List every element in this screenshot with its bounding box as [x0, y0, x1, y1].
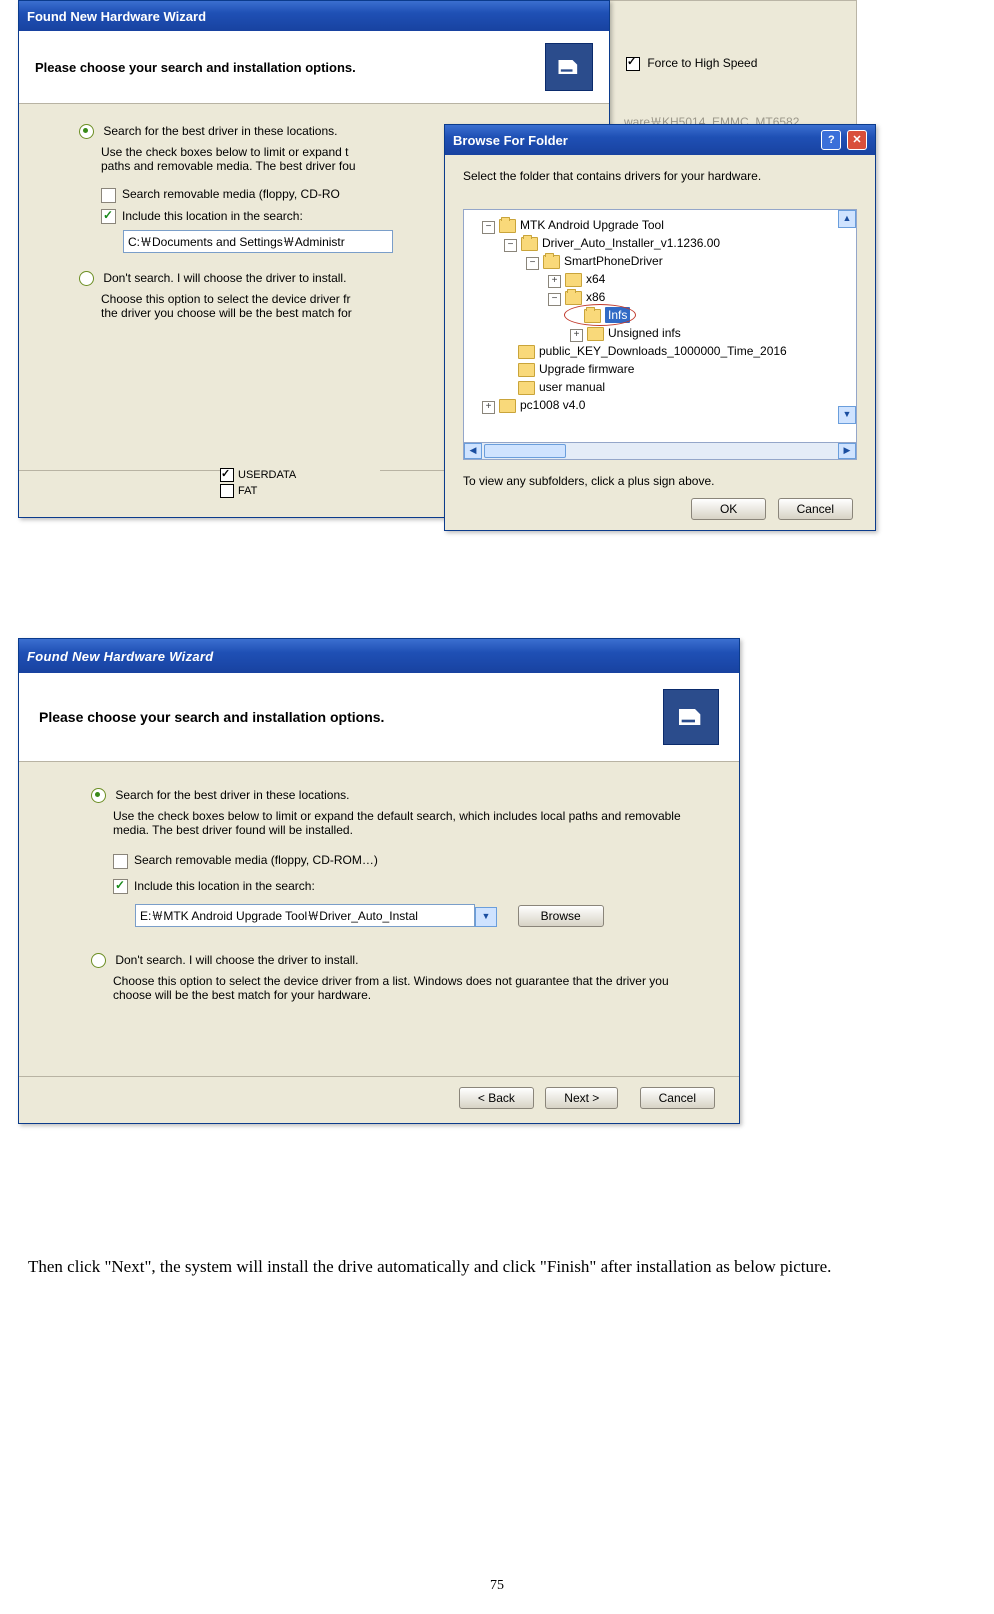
wiz1-opt1-radio[interactable] — [79, 124, 94, 139]
wiz1-chk-removable[interactable] — [101, 188, 116, 203]
wiz2-next-button[interactable]: Next > — [545, 1087, 618, 1109]
userdata-checkbox[interactable] — [220, 468, 234, 482]
browse-titlebar[interactable]: Browse For Folder ? ✕ — [445, 125, 875, 155]
wiz2-chk-include[interactable] — [113, 879, 128, 894]
fat-checkbox[interactable] — [220, 484, 234, 498]
wiz1-opt1-desc: Use the check boxes below to limit or ex… — [101, 145, 481, 173]
hscroll-left[interactable]: ◀ — [464, 443, 482, 459]
wiz2-browse-button[interactable]: Browse — [518, 905, 604, 927]
fat-label: FAT — [238, 485, 257, 497]
wiz1-chk-removable-label: Search removable media (floppy, CD-RO — [122, 187, 340, 201]
hscroll-right[interactable]: ▶ — [838, 443, 856, 459]
force-hs-checkbox[interactable] — [626, 57, 640, 71]
wiz1-heading: Please choose your search and installati… — [35, 60, 356, 75]
red-circle-annotation — [564, 304, 636, 326]
wiz2-opt1-label: Search for the best driver in these loca… — [115, 788, 349, 802]
folder-icon — [499, 219, 516, 233]
tree-scroll-up[interactable]: ▲ — [838, 210, 856, 228]
browse-title: Browse For Folder — [453, 133, 568, 148]
wiz1-opt2-radio[interactable] — [79, 271, 94, 286]
wiz1-titlebar[interactable]: Found New Hardware Wizard — [19, 1, 609, 31]
wiz2-title: Found New Hardware Wizard — [27, 649, 214, 664]
browse-ok-button[interactable]: OK — [691, 498, 766, 520]
wiz1-title: Found New Hardware Wizard — [27, 9, 206, 24]
close-icon[interactable]: ✕ — [847, 130, 867, 150]
userdata-label: USERDATA — [238, 469, 296, 481]
wiz1-opt2-desc: Choose this option to select the device … — [101, 292, 481, 320]
browse-desc: Select the folder that contains drivers … — [463, 169, 857, 183]
wiz2-titlebar[interactable]: Found New Hardware Wizard — [19, 639, 739, 673]
folder-tree[interactable]: ▲ ▼ −MTK Android Upgrade Tool −Driver_Au… — [463, 209, 857, 443]
force-hs-label: Force to High Speed — [647, 56, 757, 70]
wiz2-opt1-desc: Use the check boxes below to limit or ex… — [113, 809, 693, 837]
page-number: 75 — [0, 1578, 994, 1594]
browse-cancel-button[interactable]: Cancel — [778, 498, 853, 520]
tree-hscroll[interactable]: ◀ ▶ — [463, 443, 857, 460]
wiz2-opt2-desc: Choose this option to select the device … — [113, 974, 699, 1002]
wiz2-opt2-label: Don't search. I will choose the driver t… — [115, 953, 358, 967]
wiz1-chk-include-label: Include this location in the search: — [122, 209, 303, 223]
help-icon[interactable]: ? — [821, 130, 841, 150]
tree-scroll-down[interactable]: ▼ — [838, 406, 856, 424]
wiz2-chk-include-label: Include this location in the search: — [134, 879, 315, 893]
wiz2-heading: Please choose your search and installati… — [39, 709, 384, 725]
hscroll-thumb[interactable] — [484, 444, 566, 458]
wiz1-opt2-label: Don't search. I will choose the driver t… — [103, 271, 346, 285]
wiz1-chk-include[interactable] — [101, 209, 116, 224]
wiz2-opt2-radio[interactable] — [91, 953, 106, 968]
wiz2-back-button[interactable]: < Back — [459, 1087, 534, 1109]
wiz2-cancel-button[interactable]: Cancel — [640, 1087, 715, 1109]
wiz1-opt1-label: Search for the best driver in these loca… — [103, 124, 337, 138]
wiz1-path-input[interactable]: C:￦Documents and Settings￦Administr — [123, 230, 393, 253]
wiz2-opt1-radio[interactable] — [91, 788, 106, 803]
wiz2-chk-removable-label: Search removable media (floppy, CD-ROM…) — [134, 853, 378, 867]
hardware-icon — [545, 43, 593, 91]
wiz2-path-input[interactable]: E:￦MTK Android Upgrade Tool￦Driver_Auto_… — [135, 904, 475, 927]
instruction-text: Then click "Next", the system will insta… — [0, 1256, 970, 1279]
browse-hint: To view any subfolders, click a plus sig… — [463, 474, 857, 488]
wiz2-path-dropdown[interactable]: ▼ — [475, 907, 497, 927]
hardware-icon — [663, 689, 719, 745]
wiz2-chk-removable[interactable] — [113, 854, 128, 869]
